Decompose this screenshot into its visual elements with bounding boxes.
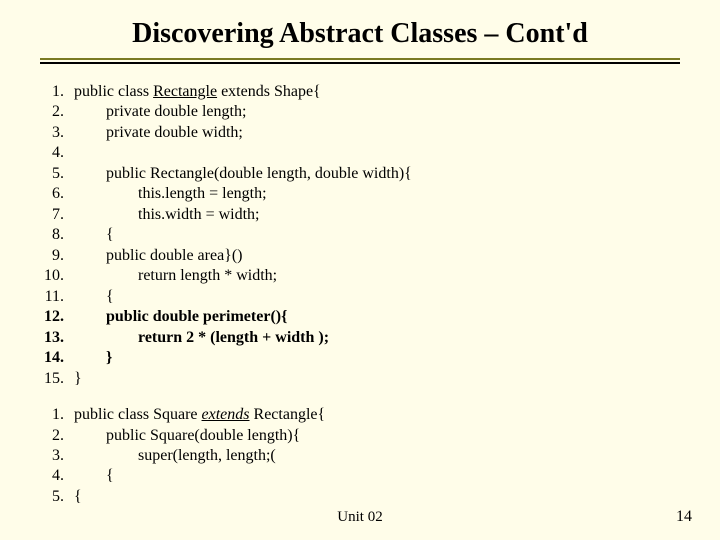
line-number: 6. <box>40 184 74 204</box>
code-text: this.width = width; <box>74 205 680 225</box>
code-text: return length * width; <box>74 266 680 286</box>
code-line: 3. super(length, length;( <box>40 446 680 466</box>
code-line: 2. private double length; <box>40 102 680 122</box>
line-number: 2. <box>40 102 74 122</box>
line-number: 10. <box>40 266 74 286</box>
line-number: 15. <box>40 369 74 389</box>
code-line: 7. this.width = width; <box>40 205 680 225</box>
code-line: 11. { <box>40 287 680 307</box>
code-line: 15.} <box>40 369 680 389</box>
code-line: 8. { <box>40 225 680 245</box>
code-text: { <box>74 487 680 507</box>
line-number: 1. <box>40 82 74 102</box>
footer-unit: Unit 02 <box>0 509 720 526</box>
line-number: 3. <box>40 446 74 466</box>
code-text: public class Rectangle extends Shape{ <box>74 82 680 102</box>
code-line: 6. this.length = length; <box>40 184 680 204</box>
code-line: 9. public double area}() <box>40 246 680 266</box>
code-text: public Square(double length){ <box>74 426 680 446</box>
slide-title: Discovering Abstract Classes – Cont'd <box>40 18 680 50</box>
line-number: 9. <box>40 246 74 266</box>
code-text: public class Square extends Rectangle{ <box>74 405 680 425</box>
code-text: { <box>74 225 680 245</box>
code-line: 5.{ <box>40 487 680 507</box>
line-number: 4. <box>40 466 74 486</box>
line-number: 4. <box>40 143 74 163</box>
line-number: 12. <box>40 307 74 327</box>
code-text: } <box>74 369 680 389</box>
line-number: 7. <box>40 205 74 225</box>
code-line: 3. private double width; <box>40 123 680 143</box>
code-line: 1.public class Square extends Rectangle{ <box>40 405 680 425</box>
code-text: public Rectangle(double length, double w… <box>74 164 680 184</box>
code-text: private double width; <box>74 123 680 143</box>
code-block-rectangle: 1.public class Rectangle extends Shape{2… <box>40 82 680 389</box>
code-line: 2. public Square(double length){ <box>40 426 680 446</box>
line-number: 11. <box>40 287 74 307</box>
code-text: public double perimeter(){ <box>74 307 680 327</box>
code-text: private double length; <box>74 102 680 122</box>
code-text: } <box>74 348 680 368</box>
line-number: 1. <box>40 405 74 425</box>
code-line: 14. } <box>40 348 680 368</box>
line-number: 14. <box>40 348 74 368</box>
code-line: 5. public Rectangle(double length, doubl… <box>40 164 680 184</box>
code-text: { <box>74 287 680 307</box>
code-line: 10. return length * width; <box>40 266 680 286</box>
code-line: 12. public double perimeter(){ <box>40 307 680 327</box>
line-number: 3. <box>40 123 74 143</box>
code-text: { <box>74 466 680 486</box>
code-line: 1.public class Rectangle extends Shape{ <box>40 82 680 102</box>
code-line: 4. { <box>40 466 680 486</box>
code-text: this.length = length; <box>74 184 680 204</box>
code-text: super(length, length;( <box>74 446 680 466</box>
footer-page-number: 14 <box>676 508 692 526</box>
divider-olive <box>40 58 680 60</box>
line-number: 5. <box>40 487 74 507</box>
code-line: 4. <box>40 143 680 163</box>
slide-content: 1.public class Rectangle extends Shape{2… <box>0 64 720 507</box>
code-line: 13. return 2 * (length + width ); <box>40 328 680 348</box>
line-number: 5. <box>40 164 74 184</box>
code-block-square: 1.public class Square extends Rectangle{… <box>40 405 680 507</box>
code-text: return 2 * (length + width ); <box>74 328 680 348</box>
line-number: 2. <box>40 426 74 446</box>
line-number: 13. <box>40 328 74 348</box>
code-text: public double area}() <box>74 246 680 266</box>
line-number: 8. <box>40 225 74 245</box>
